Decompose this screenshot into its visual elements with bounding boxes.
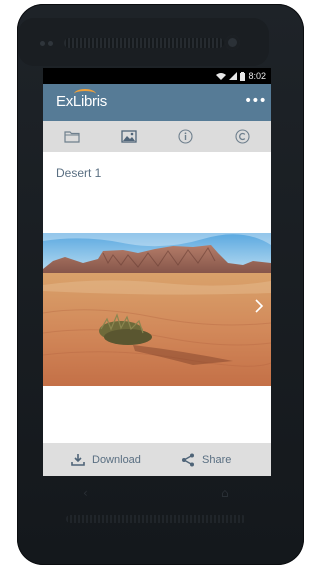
next-image-chevron-icon[interactable] [251,296,267,316]
more-dots-icon[interactable]: ••• [244,94,267,110]
status-bar: 8:02 [43,68,271,84]
info-icon [178,129,193,144]
share-button[interactable]: Share [181,453,231,467]
phone-screen: 8:02 ExLibris ••• Desert 1 Download Shar… [43,68,271,476]
wifi-icon [216,73,227,80]
front-camera [225,35,240,50]
home-key-icon[interactable]: ⌂ [221,486,229,500]
earpiece-speaker [64,38,224,48]
app-bar: ExLibris ••• [43,84,271,121]
folder-icon [63,131,80,143]
desert-landscape-photo[interactable] [43,233,271,386]
download-button[interactable]: Download [71,453,141,466]
item-title: Desert 1 [56,166,102,180]
hardware-nav-keys: ‹ ⌂ [43,480,271,510]
share-icon [182,453,194,467]
tab-info[interactable] [157,121,214,152]
tab-copyright[interactable] [214,121,271,152]
sensor-dot [48,41,53,46]
status-time: 8:02 [248,71,266,81]
download-icon [71,454,85,466]
copyright-icon [235,129,250,144]
tab-image[interactable] [100,121,157,152]
battery-icon [240,71,246,81]
signal-icon [229,72,238,80]
sensor-dot [40,41,45,46]
share-label: Share [202,454,232,466]
tab-bar [43,121,271,152]
image-icon [120,130,137,143]
download-label: Download [92,453,141,466]
back-key-icon[interactable]: ‹ [83,486,88,500]
exlibris-logo: ExLibris [56,93,107,110]
bottom-speaker [66,515,246,523]
bottom-action-bar: Download Share [43,443,271,476]
tab-folder[interactable] [43,121,100,152]
